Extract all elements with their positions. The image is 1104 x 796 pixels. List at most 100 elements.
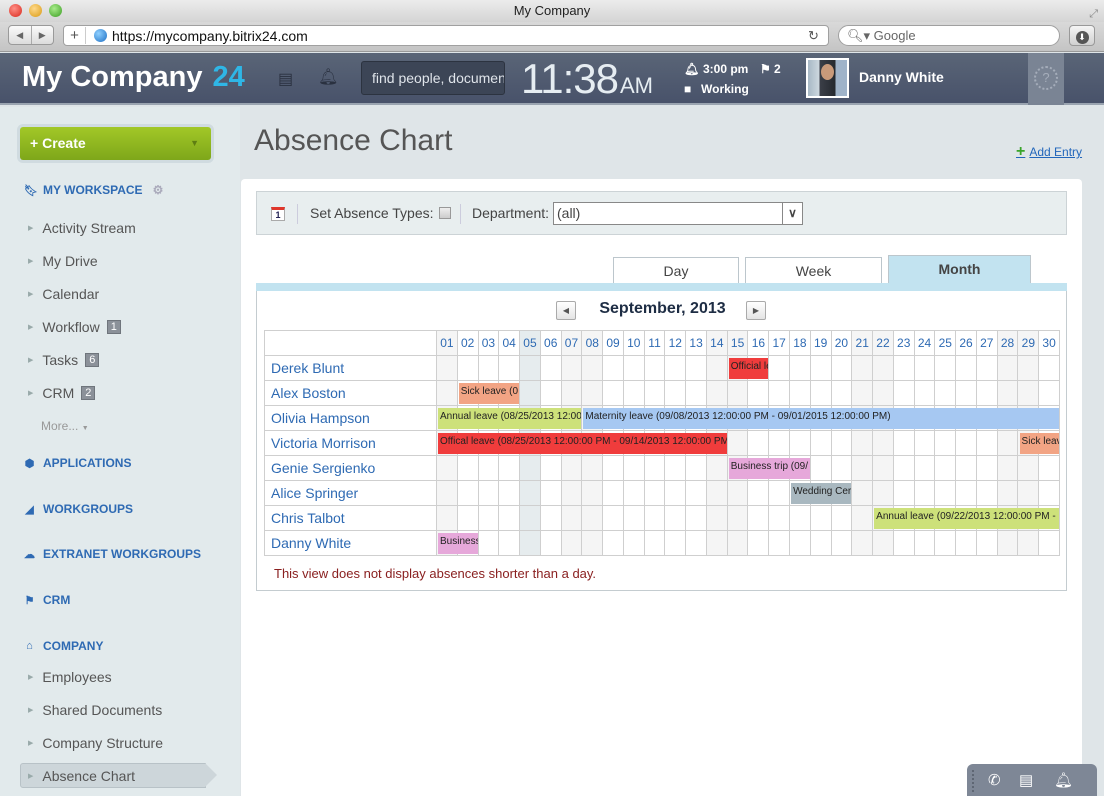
day-cell[interactable] bbox=[436, 380, 458, 406]
day-cell[interactable] bbox=[1038, 455, 1060, 481]
url-text[interactable]: https://mycompany.bitrix24.com bbox=[112, 28, 808, 44]
day-cell[interactable] bbox=[705, 355, 728, 381]
sidebar-item-absence-chart[interactable]: ▶ Absence Chart bbox=[28, 768, 135, 784]
day-cell[interactable] bbox=[539, 455, 562, 481]
day-cell[interactable] bbox=[498, 355, 521, 381]
gear-icon[interactable]: ⚙ bbox=[153, 183, 164, 197]
day-cell[interactable] bbox=[851, 530, 874, 556]
day-cell[interactable] bbox=[602, 530, 624, 556]
day-cell[interactable] bbox=[643, 455, 666, 481]
day-cell[interactable] bbox=[809, 430, 832, 456]
day-cell[interactable] bbox=[664, 505, 687, 531]
day-cell[interactable] bbox=[622, 455, 645, 481]
day-cell[interactable] bbox=[477, 530, 500, 556]
day-cell[interactable] bbox=[872, 480, 894, 506]
day-cell[interactable] bbox=[622, 530, 645, 556]
day-cell[interactable] bbox=[560, 505, 583, 531]
day-cell[interactable] bbox=[830, 455, 853, 481]
user-name[interactable]: Danny White bbox=[859, 69, 944, 85]
day-cell[interactable] bbox=[685, 455, 707, 481]
day-cell[interactable] bbox=[602, 355, 624, 381]
day-cell[interactable] bbox=[560, 480, 583, 506]
day-cell[interactable] bbox=[830, 380, 853, 406]
absence-bar[interactable]: Sick leave bbox=[1019, 433, 1060, 454]
day-cell[interactable] bbox=[726, 430, 749, 456]
section-extranet-workgroups[interactable]: ☁ EXTRANET WORKGROUPS bbox=[24, 547, 201, 561]
day-cell[interactable] bbox=[622, 380, 645, 406]
day-cell[interactable] bbox=[975, 430, 998, 456]
day-cell[interactable] bbox=[934, 355, 957, 381]
day-cell[interactable] bbox=[747, 480, 770, 506]
absence-types-checkbox[interactable] bbox=[439, 207, 451, 219]
day-cell[interactable] bbox=[436, 455, 458, 481]
day-cell[interactable] bbox=[892, 355, 915, 381]
day-cell[interactable] bbox=[664, 480, 687, 506]
day-cell[interactable] bbox=[789, 355, 811, 381]
close-window-button[interactable] bbox=[9, 4, 22, 17]
day-cell[interactable] bbox=[436, 505, 458, 531]
day-cell[interactable] bbox=[560, 455, 583, 481]
employee-name[interactable]: Danny White bbox=[264, 530, 437, 556]
phone-icon[interactable]: ✆ bbox=[988, 771, 1001, 789]
day-cell[interactable] bbox=[996, 455, 1019, 481]
downloads-button[interactable]: ⬇ bbox=[1069, 25, 1095, 46]
employee-name[interactable]: Chris Talbot bbox=[264, 505, 437, 531]
day-cell[interactable] bbox=[581, 505, 604, 531]
day-cell[interactable] bbox=[872, 380, 894, 406]
day-cell[interactable] bbox=[1038, 355, 1060, 381]
day-cell[interactable] bbox=[643, 505, 666, 531]
day-cell[interactable] bbox=[519, 480, 541, 506]
day-cell[interactable] bbox=[519, 505, 541, 531]
day-cell[interactable] bbox=[913, 430, 936, 456]
day-cell[interactable] bbox=[705, 455, 728, 481]
day-cell[interactable] bbox=[685, 380, 707, 406]
day-cell[interactable] bbox=[830, 505, 853, 531]
day-cell[interactable] bbox=[560, 355, 583, 381]
day-cell[interactable] bbox=[809, 380, 832, 406]
day-cell[interactable] bbox=[892, 530, 915, 556]
day-cell[interactable] bbox=[477, 480, 500, 506]
day-cell[interactable] bbox=[477, 455, 500, 481]
day-cell[interactable] bbox=[477, 505, 500, 531]
employee-name[interactable]: Alice Springer bbox=[264, 480, 437, 506]
day-cell[interactable] bbox=[539, 380, 562, 406]
day-cell[interactable] bbox=[892, 455, 915, 481]
tab-week[interactable]: Week bbox=[745, 257, 882, 284]
day-cell[interactable] bbox=[581, 380, 604, 406]
help-button[interactable]: ? bbox=[1028, 53, 1064, 105]
day-cell[interactable] bbox=[851, 455, 874, 481]
day-cell[interactable] bbox=[1017, 380, 1040, 406]
day-cell[interactable] bbox=[872, 355, 894, 381]
day-cell[interactable] bbox=[955, 530, 977, 556]
absence-bar[interactable]: Sick leave (0 bbox=[458, 383, 520, 404]
day-cell[interactable] bbox=[768, 430, 791, 456]
flag-count[interactable]: 2 bbox=[774, 62, 781, 76]
day-cell[interactable] bbox=[560, 380, 583, 406]
day-cell[interactable] bbox=[643, 355, 666, 381]
day-cell[interactable] bbox=[851, 430, 874, 456]
day-cell[interactable] bbox=[436, 355, 458, 381]
absence-bar[interactable]: Annual leave (09/22/2013 12:00:00 PM - bbox=[874, 508, 1060, 529]
clock[interactable]: 11:38AM bbox=[521, 55, 653, 103]
section-crm[interactable]: ⚑ CRM bbox=[24, 593, 71, 607]
section-applications[interactable]: ⬢ APPLICATIONS bbox=[24, 456, 132, 470]
day-cell[interactable] bbox=[934, 430, 957, 456]
day-cell[interactable] bbox=[768, 355, 791, 381]
day-cell[interactable] bbox=[456, 480, 479, 506]
day-cell[interactable] bbox=[602, 455, 624, 481]
day-cell[interactable] bbox=[934, 530, 957, 556]
day-cell[interactable] bbox=[705, 530, 728, 556]
day-cell[interactable] bbox=[809, 530, 832, 556]
day-cell[interactable] bbox=[726, 480, 749, 506]
day-cell[interactable] bbox=[685, 355, 707, 381]
day-cell[interactable] bbox=[975, 480, 998, 506]
day-cell[interactable] bbox=[456, 455, 479, 481]
day-cell[interactable] bbox=[1017, 480, 1040, 506]
employee-name[interactable]: Genie Sergienko bbox=[264, 455, 437, 481]
day-cell[interactable] bbox=[851, 380, 874, 406]
day-cell[interactable] bbox=[830, 530, 853, 556]
day-cell[interactable] bbox=[602, 380, 624, 406]
day-cell[interactable] bbox=[747, 505, 770, 531]
browser-search-input[interactable]: 🔍︎▾ Google bbox=[838, 25, 1060, 46]
create-button[interactable]: + Create ▼ bbox=[20, 127, 211, 160]
